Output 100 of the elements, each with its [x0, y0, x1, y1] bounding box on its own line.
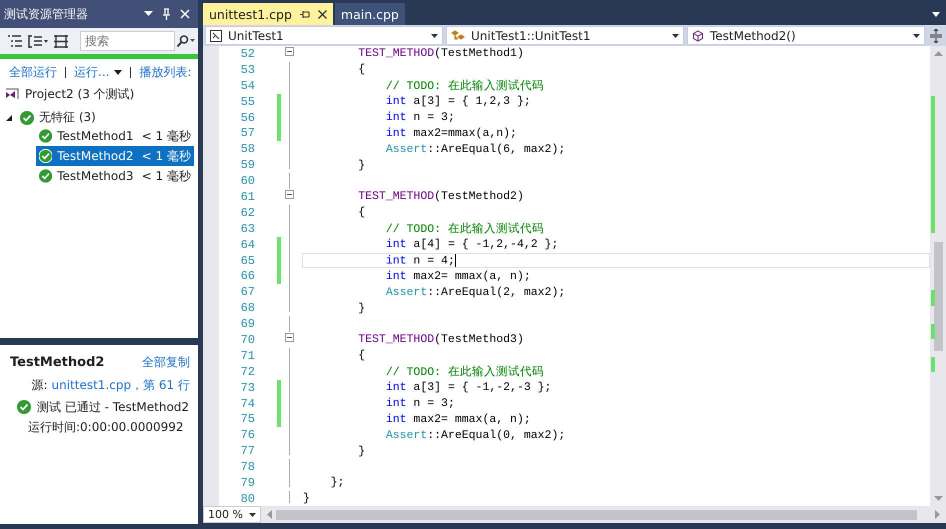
close-icon[interactable]	[318, 10, 327, 18]
code-line: Assert::AreEqual(0, max2);	[384, 428, 566, 442]
code-line: int max2= mmax(a, n);	[384, 412, 531, 426]
line-number: 79	[240, 476, 256, 490]
code-line: // TODO: 在此输入测试代码	[384, 78, 544, 94]
code-line: int n = 4;	[384, 254, 456, 268]
dropdown-icon[interactable]	[672, 34, 679, 38]
line-number: 80	[240, 492, 256, 506]
code-line: int max2=mmax(a,n);	[384, 126, 517, 140]
source-link[interactable]: unittest1.cpp，第 61 行	[52, 376, 190, 394]
playlist-icon[interactable]	[54, 34, 68, 48]
test-name: TestMethod2	[57, 149, 135, 163]
file-tab[interactable]: unittest1.cpp	[203, 3, 333, 25]
zoom-dropdown[interactable]: 100 %	[203, 506, 261, 523]
project-icon	[5, 88, 19, 100]
test-duration: < 1 毫秒	[142, 128, 191, 144]
collapse-icon[interactable]	[285, 332, 294, 342]
code-line: TEST_METHOD(TestMethod3)	[357, 333, 524, 346]
code-line: TEST_METHOD(TestMethod2)	[357, 190, 524, 204]
dropdown-icon[interactable]	[913, 34, 920, 38]
scroll-thumb[interactable]	[934, 242, 943, 351]
dropdown-icon[interactable]	[144, 11, 153, 17]
action-link[interactable]: 全部运行	[9, 64, 57, 80]
cube-icon	[692, 30, 704, 42]
code-line: // TODO: 在此输入测试代码	[384, 364, 544, 380]
outline-guide	[289, 173, 290, 190]
code-line: // TODO: 在此输入测试代码	[384, 222, 544, 236]
line-number: 63	[240, 222, 256, 236]
test-name: TestMethod3	[57, 169, 135, 183]
copy-all-link[interactable]: 全部复制	[142, 354, 190, 370]
line-number: 75	[240, 412, 256, 426]
collapse-icon[interactable]	[285, 46, 294, 56]
code-line: int a[3] = { -1,-2,-3 };	[384, 381, 552, 394]
search-icon[interactable]	[177, 35, 195, 47]
code-line: TEST_METHOD(TestMethod1)	[357, 47, 524, 60]
group-icon[interactable]	[28, 34, 48, 48]
split-icon[interactable]	[930, 28, 942, 42]
line-number: 78	[240, 460, 256, 474]
code-line: {	[357, 63, 366, 76]
scroll-thumb[interactable]	[276, 510, 917, 520]
project-scope-icon	[210, 30, 222, 42]
line-number: 74	[240, 396, 256, 411]
line-number: 57	[240, 126, 256, 140]
line-number: 61	[240, 190, 256, 204]
test-name: TestMethod1	[57, 129, 135, 143]
action-link[interactable]: 播放列表:	[139, 64, 192, 80]
line-number: 59	[240, 158, 256, 172]
line-number: 66	[240, 269, 256, 284]
line-number: 73	[240, 380, 256, 395]
navigation-dropdown[interactable]: TestMethod2()	[687, 26, 925, 45]
pin-icon[interactable]	[300, 10, 310, 18]
code-line: int a[4] = { -1,2,-4,2 };	[384, 238, 558, 252]
code-line: Assert::AreEqual(6, max2);	[384, 142, 566, 156]
list-icon[interactable]	[8, 34, 22, 48]
code-line: }	[357, 302, 366, 315]
line-number: 64	[240, 238, 256, 252]
navigation-dropdown[interactable]: UnitTest1::UnitTest1	[446, 26, 684, 45]
outline-guide	[289, 490, 290, 503]
dropdown-icon[interactable]	[249, 512, 256, 516]
code-line: }	[303, 492, 310, 506]
panel-title: 测试资源管理器	[4, 6, 89, 22]
line-number: 68	[240, 301, 256, 316]
code-line: }	[357, 158, 366, 172]
line-number: 62	[240, 206, 256, 220]
line-number: 53	[240, 62, 256, 77]
line-number: 52	[240, 46, 256, 61]
line-number: 65	[240, 254, 256, 268]
navigation-dropdown[interactable]: UnitTest1	[205, 26, 443, 45]
line-number: 54	[240, 78, 256, 93]
source-label: 源:	[31, 376, 48, 394]
line-number: 69	[240, 317, 256, 332]
code-line: {	[357, 206, 366, 220]
project-name[interactable]: Project2 (3 个测试)	[25, 86, 134, 102]
line-number: 67	[240, 285, 256, 300]
action-link[interactable]: 运行...	[74, 64, 110, 80]
line-number: 72	[240, 364, 256, 379]
dropdown-icon[interactable]	[932, 12, 940, 17]
test-item[interactable]: TestMethod3 < 1 毫秒	[36, 166, 194, 186]
code-line: Assert::AreEqual(2, max2);	[384, 286, 566, 299]
test-item[interactable]: TestMethod1 < 1 毫秒	[36, 126, 194, 146]
test-duration: < 1 毫秒	[142, 148, 191, 164]
test-status: 测试 已通过 - TestMethod2	[37, 398, 190, 416]
line-number: 56	[240, 110, 256, 124]
code-line: int n = 3;	[384, 397, 455, 410]
dropdown-icon[interactable]	[114, 70, 122, 74]
search-field[interactable]: 搜索	[80, 31, 175, 51]
code-line: };	[330, 476, 344, 490]
change-mark	[931, 290, 935, 306]
file-tab[interactable]: main.cpp	[334, 3, 405, 25]
code-line: }	[357, 444, 366, 458]
line-number: 71	[240, 348, 256, 363]
vertical-scrollbar[interactable]	[930, 46, 946, 506]
code-line: int a[3] = { 1,2,3 };	[384, 95, 531, 108]
detail-title: TestMethod2	[10, 354, 104, 370]
dropdown-icon[interactable]	[431, 34, 438, 38]
collapse-icon[interactable]	[285, 189, 294, 200]
test-item[interactable]: TestMethod2 < 1 毫秒	[36, 146, 194, 166]
code-line: {	[357, 349, 366, 362]
group-label[interactable]: 无特征 (3)	[39, 109, 96, 126]
expander-icon[interactable]	[5, 114, 13, 122]
